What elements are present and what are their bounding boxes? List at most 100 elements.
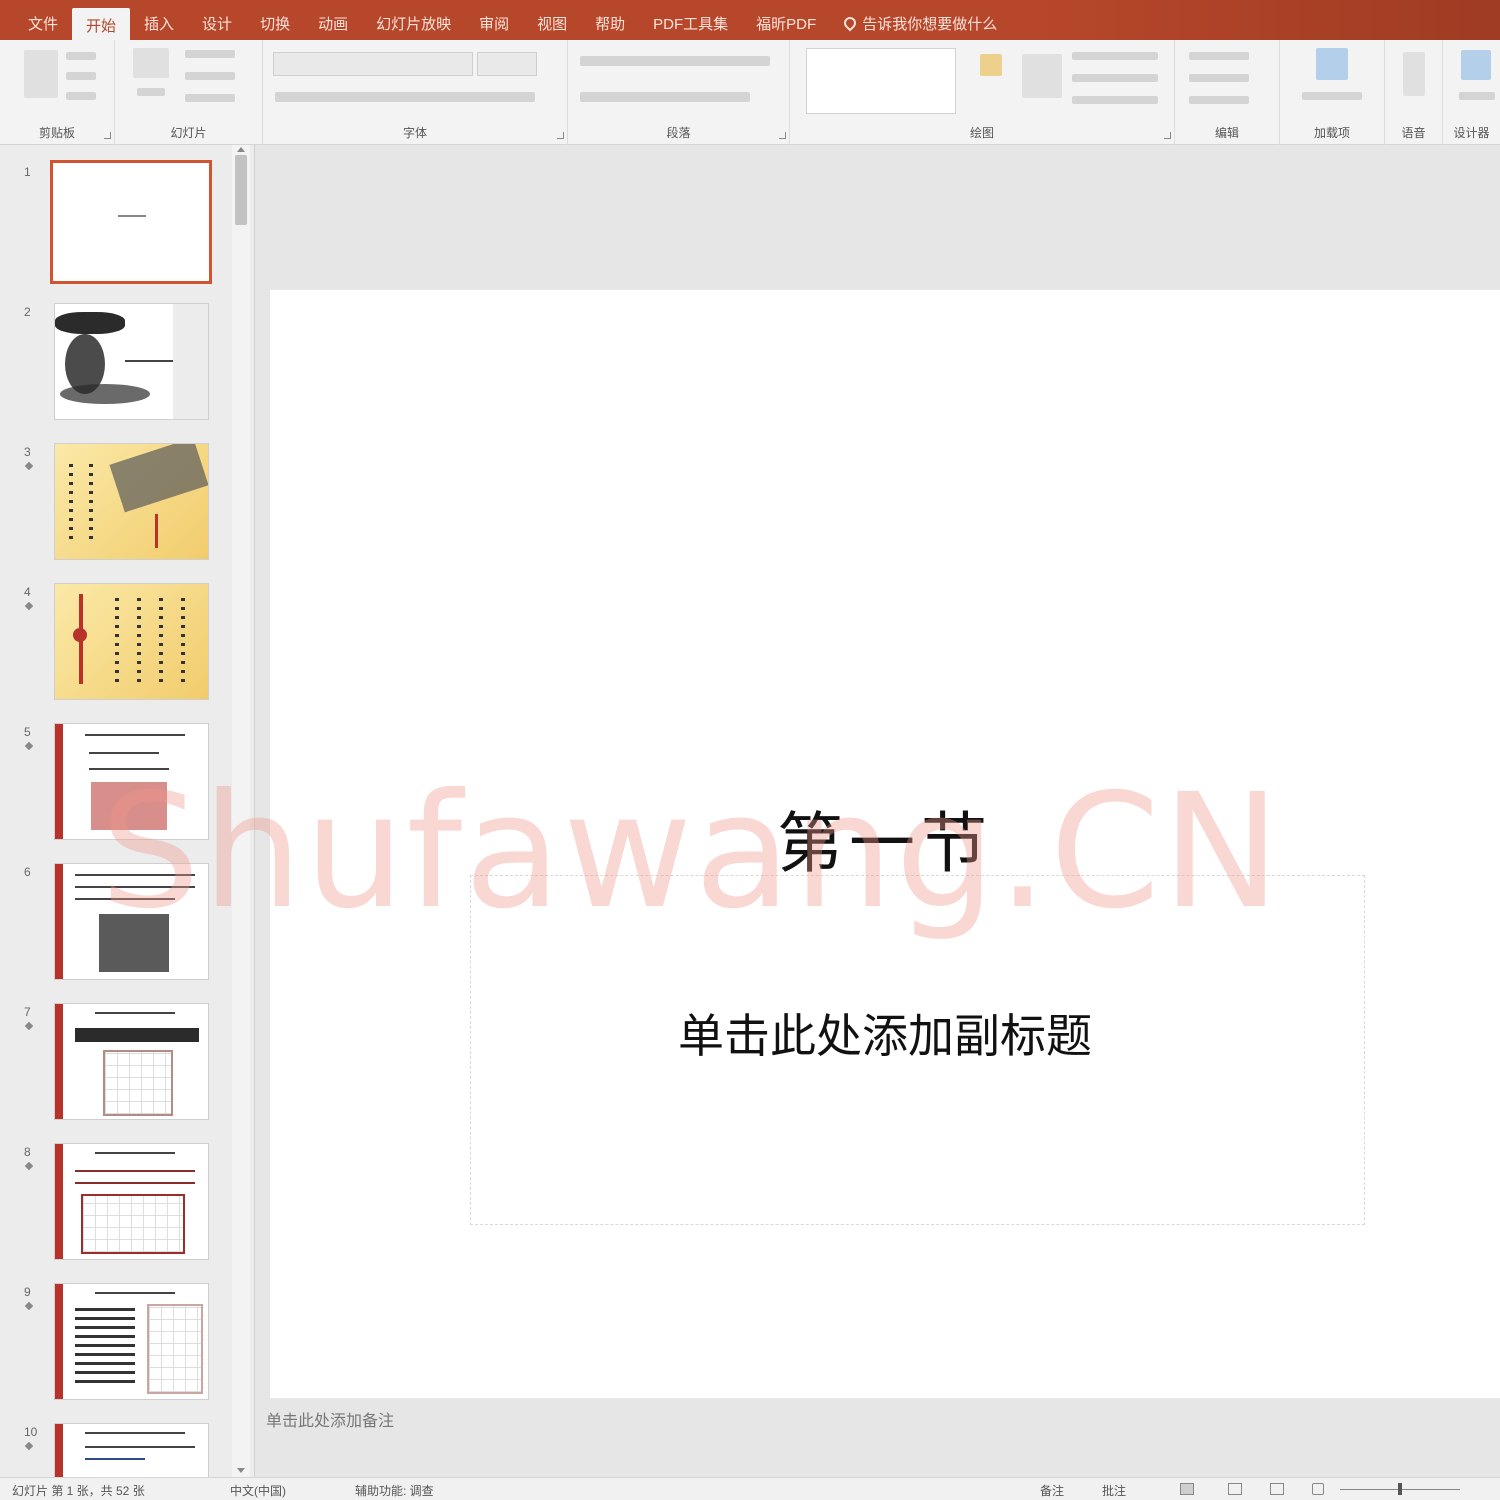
designer-icon[interactable] [1461,50,1491,80]
tab-transitions[interactable]: 切换 [246,6,304,40]
thumbnail-row[interactable]: 2 [0,303,230,429]
lightbulb-icon [841,14,859,32]
format-painter-icon[interactable] [66,92,96,100]
tab-foxit-pdf[interactable]: 福昕PDF [742,6,830,40]
slideshow-icon[interactable] [1312,1483,1324,1495]
thumbnail-row[interactable]: 4 [0,583,230,709]
font-launcher[interactable] [557,132,564,139]
thumb-red-border [55,724,63,839]
thumb-knot [73,628,87,642]
shape-fill-button[interactable] [1072,52,1158,60]
add-ins-button[interactable] [1302,92,1362,100]
scrollbar-thumb[interactable] [235,155,247,225]
normal-view-icon[interactable] [1180,1483,1194,1495]
slide-sorter-icon[interactable] [1228,1483,1242,1495]
slide-thumbnail[interactable] [54,1143,209,1260]
thumb-table [81,1194,185,1254]
slide-thumbnail[interactable] [50,160,212,284]
section-button[interactable] [185,94,235,102]
slide-thumbnail[interactable] [54,1003,209,1120]
arrange-icon[interactable] [980,54,1002,76]
thumbnail-number: 8 [24,1145,31,1159]
scroll-down-icon[interactable] [237,1468,245,1473]
tab-animations[interactable]: 动画 [304,6,362,40]
design-ideas-button[interactable] [1459,92,1495,100]
animation-star-icon [24,1441,34,1451]
thumb-text-line [95,1012,175,1014]
animation-star-icon [24,1161,34,1171]
thumbnail-row[interactable]: 3 [0,443,230,569]
find-icon[interactable] [1189,52,1249,60]
list-buttons[interactable] [580,56,770,66]
reset-button[interactable] [185,72,235,80]
quick-styles-icon[interactable] [1022,54,1062,98]
select-icon[interactable] [1189,96,1249,104]
replace-icon[interactable] [1189,74,1249,82]
slide-thumbnail[interactable] [54,303,209,420]
thumb-text-column [137,598,141,688]
thumb-red-border [55,1284,63,1399]
accessibility-status[interactable]: 辅助功能: 调查 [355,1482,434,1499]
thumbnail-number: 9 [24,1285,31,1299]
thumbnail-row[interactable]: 7 [0,1003,230,1129]
tab-insert[interactable]: 插入 [130,6,188,40]
tab-design[interactable]: 设计 [188,6,246,40]
dictate-icon[interactable] [1403,52,1425,96]
tell-me-search[interactable]: 告诉我你想要做什么 [830,6,1011,40]
thumb-table [147,1304,203,1394]
slide-thumbnail[interactable] [54,1423,209,1477]
slide-thumbnail[interactable] [54,443,209,560]
slide-thumbnail[interactable] [54,1283,209,1400]
shape-outline-button[interactable] [1072,74,1158,82]
tab-slideshow[interactable]: 幻灯片放映 [362,6,465,40]
thumbnail-number: 2 [24,305,31,319]
new-slide-icon[interactable] [133,48,169,78]
thumbnail-row[interactable]: 10 [0,1423,230,1477]
notes-placeholder[interactable]: 单击此处添加备注 [266,1407,394,1431]
cut-icon[interactable] [66,52,96,60]
slide-thumbnail[interactable] [54,583,209,700]
font-size-field[interactable] [477,52,537,76]
group-paragraph: 段落 [568,40,790,145]
scroll-up-icon[interactable] [237,147,245,152]
font-name-field[interactable] [273,52,473,76]
tab-review[interactable]: 审阅 [465,6,523,40]
thumb-text-column [89,464,93,544]
add-ins-icon[interactable] [1316,48,1348,80]
animation-star-icon [24,1021,34,1031]
paragraph-launcher[interactable] [779,132,786,139]
thumb-text-block [75,1308,135,1388]
tab-help[interactable]: 帮助 [581,6,639,40]
copy-icon[interactable] [66,72,96,80]
thumb-red-border [55,1424,63,1477]
tab-home[interactable]: 开始 [72,8,131,42]
thumb-heading-bar [75,1028,199,1042]
comments-button[interactable]: 批注 [1102,1482,1126,1499]
layout-button[interactable] [185,50,235,58]
thumb-text-line [85,734,185,736]
shapes-gallery[interactable] [806,48,956,114]
font-format-buttons[interactable] [275,92,535,102]
thumbnail-row[interactable]: 8 [0,1143,230,1269]
clipboard-launcher[interactable] [104,132,111,139]
thumbnail-row[interactable]: 1 [0,160,230,289]
tab-file[interactable]: 文件 [14,6,72,40]
thumb-text-line [85,1432,185,1434]
thumb-red-border [55,1004,63,1119]
language-indicator[interactable]: 中文(中国) [230,1482,286,1499]
tab-view[interactable]: 视图 [523,6,581,40]
reading-view-icon[interactable] [1270,1483,1284,1495]
new-slide-dropdown[interactable] [137,88,165,96]
tab-pdf-tools[interactable]: PDF工具集 [639,6,742,40]
thumbnail-number: 10 [24,1425,38,1439]
paste-icon[interactable] [24,50,58,98]
drawing-launcher[interactable] [1164,132,1171,139]
alignment-buttons[interactable] [580,92,750,102]
group-label-designer: 设计器 [1453,126,1490,140]
slide-subtitle[interactable]: 单击此处添加副标题 [270,1000,1500,1066]
tab-bar-decoration [1030,0,1500,40]
zoom-slider-thumb[interactable] [1398,1483,1402,1495]
notes-button[interactable]: 备注 [1040,1482,1064,1499]
thumbnail-row[interactable]: 9 [0,1283,230,1409]
shape-effects-button[interactable] [1072,96,1158,104]
